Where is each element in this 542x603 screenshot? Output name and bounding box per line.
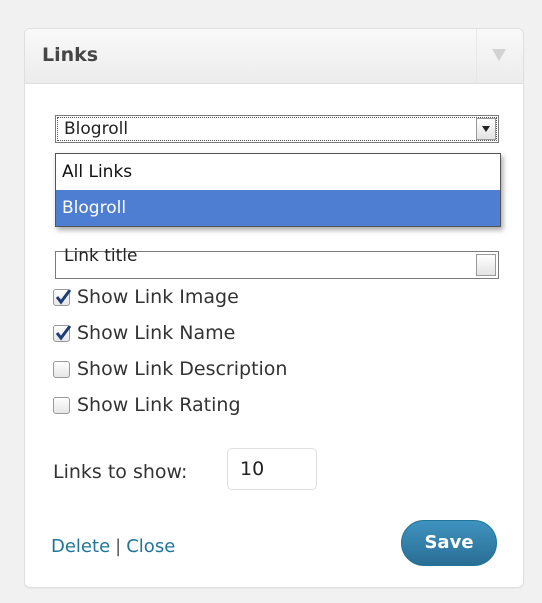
widget-toggle[interactable] [476, 29, 523, 83]
show-link-image-row[interactable]: Show Link Image [53, 283, 239, 311]
links-to-show-label: Links to show: [53, 461, 188, 483]
delete-link[interactable]: Delete [51, 536, 110, 557]
show-link-description-row[interactable]: Show Link Description [53, 355, 287, 383]
orderby-select[interactable]: Link title [55, 246, 499, 279]
show-link-name-row[interactable]: Show Link Name [53, 319, 235, 347]
category-dropdown-list: All Links Blogroll [55, 153, 501, 227]
checkmark-icon [55, 324, 71, 340]
show-link-description-checkbox[interactable] [53, 360, 70, 378]
save-button[interactable]: Save [401, 520, 497, 566]
separator: | [115, 536, 122, 557]
category-select-value: Blogroll [64, 119, 129, 139]
show-link-description-label: Show Link Description [77, 358, 288, 380]
show-link-name-label: Show Link Name [77, 322, 236, 344]
widget-control-actions: Delete | Close [51, 536, 175, 557]
chevron-down-icon [492, 49, 506, 61]
show-link-rating-label: Show Link Rating [77, 394, 241, 416]
chevron-down-icon [482, 126, 490, 132]
category-select[interactable]: Blogroll [55, 115, 499, 143]
show-link-image-label: Show Link Image [77, 286, 239, 308]
show-link-rating-row[interactable]: Show Link Rating [53, 391, 241, 419]
widget-title: Links [42, 44, 99, 66]
close-link[interactable]: Close [126, 536, 175, 557]
checkmark-icon [55, 288, 71, 304]
widget-header[interactable]: Links [25, 29, 523, 84]
dropdown-option-all-links[interactable]: All Links [56, 154, 500, 190]
select-arrow[interactable] [476, 118, 496, 140]
orderby-select-value: Link title [64, 246, 138, 266]
dropdown-option-blogroll[interactable]: Blogroll [56, 190, 500, 226]
links-to-show-input[interactable]: 10 [227, 448, 317, 490]
show-link-image-checkbox[interactable] [53, 288, 71, 306]
links-widget: Links Blogroll Link title All Links Blog… [24, 28, 524, 588]
select-arrow[interactable] [476, 254, 496, 276]
show-link-rating-checkbox[interactable] [53, 396, 70, 414]
show-link-name-checkbox[interactable] [53, 324, 71, 342]
